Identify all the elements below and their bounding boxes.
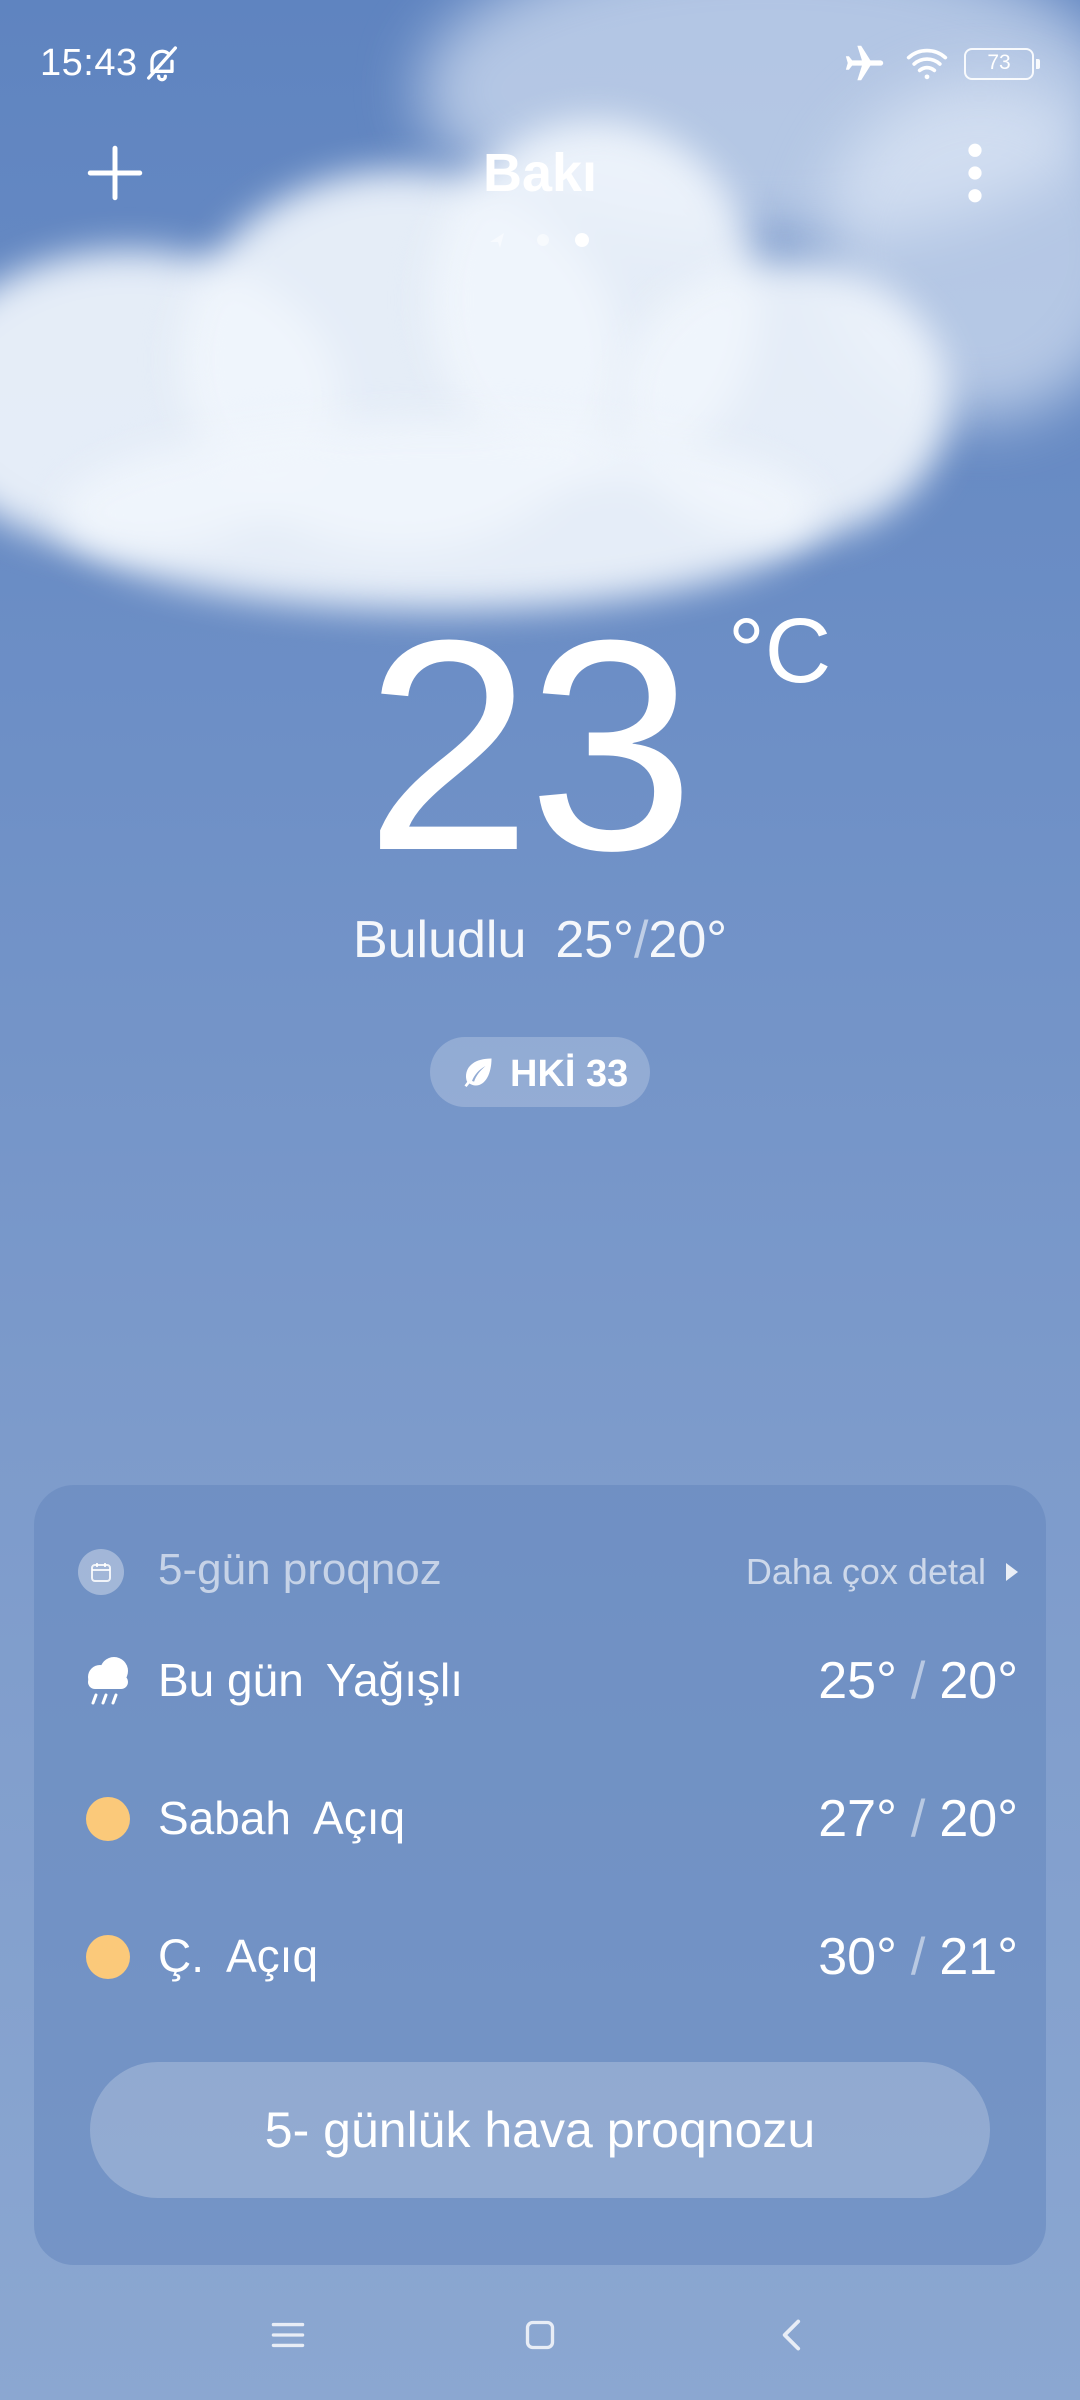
status-time: 15:43 (40, 42, 138, 84)
rain-cloud-icon (88, 1657, 128, 1705)
condition-text: Buludlu (352, 911, 527, 969)
battery-icon: 73 (964, 48, 1040, 80)
battery-level: 73 (987, 51, 1011, 74)
forecast-desc: Açıq (313, 1792, 406, 1844)
forecast-row-today[interactable]: Bu gün Yağışlı 25°/20° (78, 1643, 1018, 1723)
forecast-header: 5-gün proqnoz Daha çox detal (78, 1543, 1018, 1603)
wifi-icon (906, 48, 948, 80)
calendar-icon (78, 1549, 124, 1595)
forecast-low: 21° (939, 1928, 1018, 1986)
more-details-link[interactable]: Daha çox detal (746, 1551, 1018, 1593)
forecast-day-label: Ç. Açıq (158, 1929, 318, 1983)
sun-icon (86, 1935, 130, 1979)
page-indicator (490, 233, 589, 248)
aqi-badge[interactable]: HKİ 33 (430, 1037, 650, 1107)
forecast-day-label: Bu gün Yağışlı (158, 1653, 463, 1707)
forecast-temps: 30°/21° (818, 1928, 1018, 1986)
sun-icon (86, 1797, 130, 1841)
city-title: Bakı (482, 143, 598, 203)
forecast-day: Sabah (158, 1792, 292, 1844)
forecast-low: 20° (939, 1790, 1018, 1848)
status-bar: 15:43 73 (0, 0, 1080, 130)
forecast-row-day3[interactable]: Ç. Açıq 30°/21° (78, 1919, 1018, 1999)
forecast-temps: 27°/20° (818, 1790, 1018, 1848)
menu-icon[interactable] (263, 2310, 313, 2360)
forecast-temps: 25°/20° (818, 1652, 1018, 1710)
forecast-row-tomorrow[interactable]: Sabah Açıq 27°/20° (78, 1781, 1018, 1861)
leaf-icon (464, 1058, 492, 1087)
forecast-title: 5-gün proqnoz (158, 1545, 442, 1594)
forecast-high: 30° (818, 1928, 897, 1986)
today-high: 25° (555, 911, 634, 969)
five-day-forecast-button[interactable]: 5- günlük hava proqnozu (90, 2062, 990, 2198)
condition-line: Buludlu 25°/20° (352, 911, 728, 969)
more-details-label: Daha çox detal (745, 1551, 986, 1592)
home-icon[interactable] (515, 2310, 565, 2360)
forecast-high: 27° (818, 1790, 897, 1848)
temperature-unit: °C (728, 600, 832, 702)
forecast-low: 20° (939, 1652, 1018, 1710)
forecast-desc: Açıq (226, 1930, 319, 1982)
more-vertical-icon[interactable] (955, 142, 995, 204)
back-icon[interactable] (768, 2310, 818, 2360)
forecast-desc: Yağışlı (325, 1654, 464, 1706)
airplane-icon (845, 45, 884, 81)
bell-muted-icon (147, 46, 177, 82)
forecast-high: 25° (818, 1652, 897, 1710)
forecast-day: Bu gün (158, 1654, 304, 1706)
forecast-day-label: Sabah Açıq (158, 1791, 405, 1845)
aqi-label: HKİ 33 (510, 1053, 629, 1095)
current-temperature: 23 (365, 577, 695, 913)
today-low: 20° (648, 911, 728, 969)
forecast-card: 5-gün proqnoz Daha çox detal Bu gün Yağış… (34, 1485, 1046, 2265)
forecast-day: Ç. (158, 1930, 204, 1982)
chevron-right-icon (1006, 1563, 1018, 1581)
location-arrow-icon (490, 233, 504, 248)
